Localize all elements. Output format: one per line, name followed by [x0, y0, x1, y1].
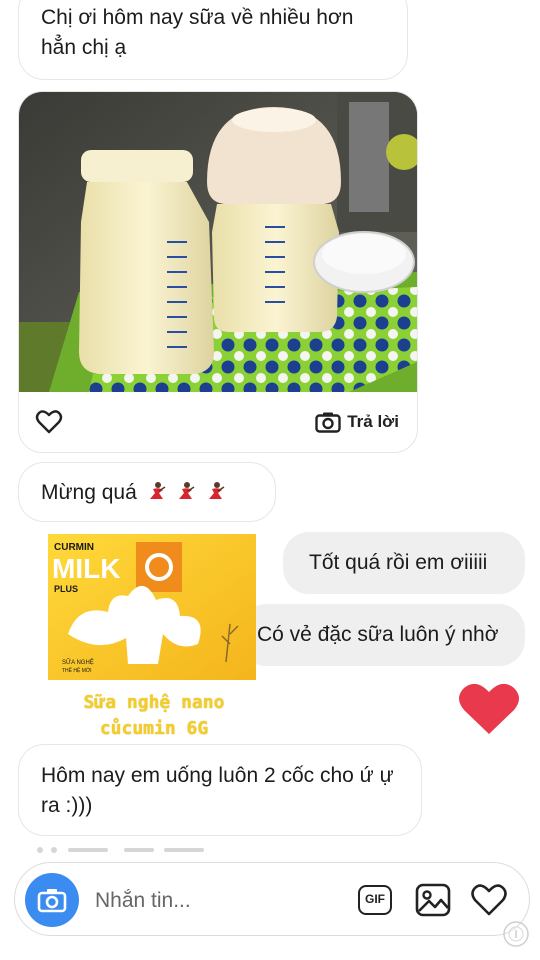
curmin-milk-product-image: CURMIN MILK PLUS SỮA NGHỆ THẾ HỆ MỚI: [48, 534, 256, 680]
incoming-message-1[interactable]: Chị ơi hôm nay sữa về nhiều hơn hẳn chị …: [18, 0, 408, 80]
message-text: Mừng quá: [41, 481, 137, 504]
heart-outline-icon[interactable]: [35, 408, 63, 436]
incoming-message-3[interactable]: Hôm nay em uống luôn 2 cốc cho ứ ự ra :)…: [18, 744, 422, 836]
pack-label-1: SỮA NGHỆ: [62, 658, 94, 666]
message-text: Có vẻ đặc sữa luôn ý nhờ: [257, 623, 499, 646]
message-text: Hôm nay em uống luôn 2 cốc cho ứ ự ra :)…: [41, 764, 394, 817]
brand-top-text: CURMIN: [54, 542, 94, 553]
heart-outline-icon[interactable]: [470, 883, 508, 917]
brand-sub-text: PLUS: [54, 584, 78, 594]
message-input[interactable]: [93, 883, 337, 919]
brand-main-text: MILK: [52, 553, 120, 584]
milk-bottles-photo[interactable]: [19, 92, 417, 392]
camera-icon: [315, 412, 341, 433]
reply-label: Trả lời: [347, 412, 399, 431]
message-text: Chị ơi hôm nay sữa về nhiều hơn hẳn chị …: [41, 6, 354, 59]
typing-indicator: [37, 847, 204, 853]
red-heart-icon[interactable]: [458, 682, 520, 736]
outgoing-message-1[interactable]: Tốt quá rồi em ơiiiii: [283, 532, 525, 594]
message-composer: GIF: [14, 862, 530, 936]
message-text: Tốt quá rồi em ơiiiii: [309, 551, 488, 574]
camera-button[interactable]: [25, 873, 79, 927]
camera-icon: [37, 889, 67, 913]
reply-button[interactable]: Trả lời: [315, 408, 399, 436]
caption-line-2: cůcumin 6G: [99, 718, 209, 739]
dancer-emoji-icon: [149, 482, 166, 499]
image-icon[interactable]: [415, 883, 451, 917]
dancer-emoji-icon: [179, 482, 195, 499]
info-icon: [503, 921, 529, 947]
pack-label-2: THẾ HỆ MỚI: [62, 666, 92, 674]
incoming-message-2[interactable]: Mừng quá: [18, 462, 276, 522]
dancer-emoji-icon: [209, 482, 225, 499]
outgoing-message-2[interactable]: Có vẻ đặc sữa luôn ý nhờ: [240, 604, 525, 666]
photo-message-card[interactable]: Trả lời: [18, 91, 418, 453]
gif-button[interactable]: GIF: [358, 885, 392, 915]
product-caption: Sữa nghệ nano cůcumin 6G: [44, 690, 264, 742]
caption-line-1: Sữa nghệ nano: [83, 692, 225, 713]
